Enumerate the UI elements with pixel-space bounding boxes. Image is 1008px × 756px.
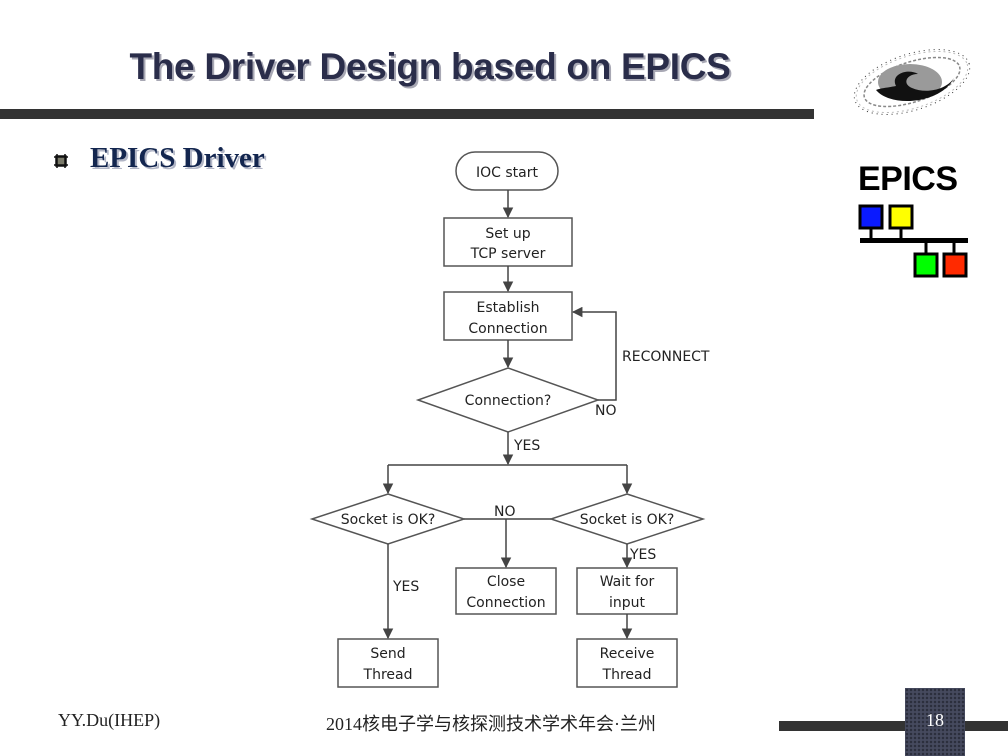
label-socket-right: Socket is OK? <box>580 512 675 528</box>
footer-divider <box>779 721 1008 731</box>
label-ioc-start: IOC start <box>476 165 538 181</box>
label-receive-l1: Receive <box>600 646 655 662</box>
ihep-logo-icon <box>853 49 971 115</box>
label-establish-l2: Connection <box>468 321 547 337</box>
footer-author: YY.Du(IHEP) <box>58 710 161 730</box>
edge-label-no-connection: NO <box>595 403 617 419</box>
epics-logo-text: EPICS <box>858 160 958 198</box>
slide-title: The Driver Design based on EPICS <box>129 46 731 87</box>
label-wait-l1: Wait for <box>600 574 655 590</box>
bullet-icon <box>54 154 68 168</box>
edge-label-yes-receive: YES <box>629 547 656 563</box>
edge-reconnect <box>571 306 617 401</box>
epics-network-icon <box>858 204 968 278</box>
page-number: 18 <box>926 710 944 730</box>
label-establish-l1: Establish <box>476 300 539 316</box>
label-setup-l1: Set up <box>485 226 530 242</box>
epics-node-blue <box>858 204 884 230</box>
edge-label-yes-connection: YES <box>513 438 540 454</box>
label-receive-l2: Thread <box>602 667 652 683</box>
edge-label-reconnect: RECONNECT <box>622 349 710 365</box>
edge-label-no-socket: NO <box>494 504 516 520</box>
label-send-l2: Thread <box>363 667 413 683</box>
label-wait-l2: input <box>609 595 646 611</box>
edge-label-yes-send: YES <box>392 579 419 595</box>
epics-node-green <box>913 252 939 278</box>
driver-flowchart: IOC start Set up TCP server Establish Co… <box>309 151 710 688</box>
label-close-l2: Connection <box>466 595 545 611</box>
footer-event: 2014核电子学与核探测技术学术年会·兰州 <box>326 714 656 734</box>
epics-node-red <box>942 252 968 278</box>
epics-node-yellow <box>888 204 914 230</box>
title-divider <box>0 109 814 119</box>
label-connection-q: Connection? <box>465 393 552 409</box>
label-setup-l2: TCP server <box>470 246 546 262</box>
label-close-l1: Close <box>487 574 525 590</box>
label-send-l1: Send <box>370 646 405 662</box>
bullet-epics-driver: EPICS Driver <box>90 142 265 174</box>
label-socket-left: Socket is OK? <box>341 512 436 528</box>
